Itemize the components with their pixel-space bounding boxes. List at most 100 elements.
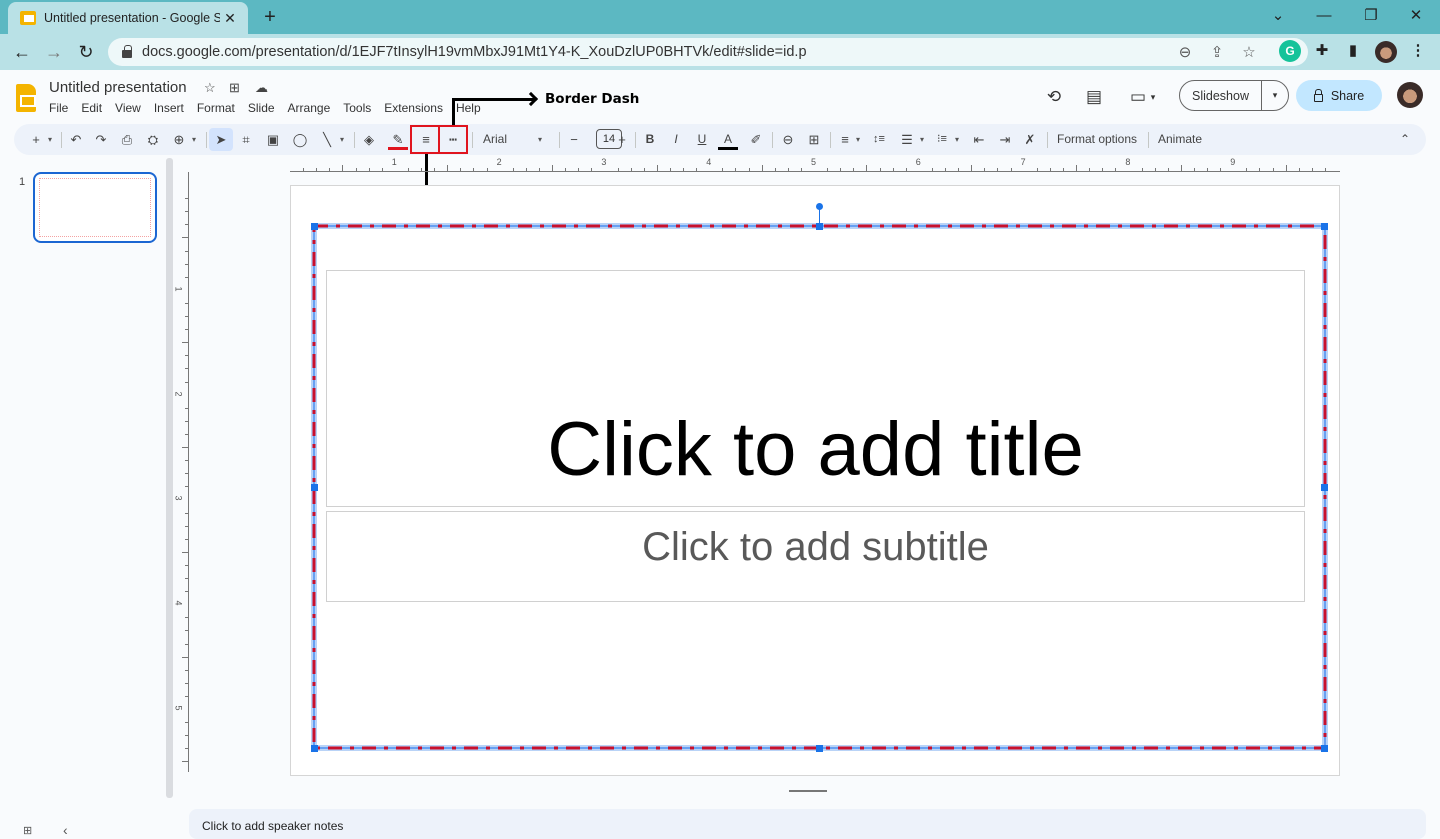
undo-icon[interactable]: ↶ bbox=[66, 128, 86, 151]
title-placeholder-text[interactable]: Click to add title bbox=[547, 412, 1083, 506]
tab-close-icon[interactable]: ✕ bbox=[220, 10, 240, 27]
lock-icon[interactable] bbox=[122, 45, 132, 58]
menu-tools[interactable]: Tools bbox=[343, 101, 371, 115]
select-tool-icon[interactable]: ➤ bbox=[209, 128, 233, 151]
zoom-icon[interactable]: ⊕ bbox=[169, 128, 189, 151]
account-avatar[interactable] bbox=[1397, 82, 1423, 108]
italic-icon[interactable]: I bbox=[666, 128, 686, 151]
restore-button[interactable]: ❐ bbox=[1356, 4, 1386, 28]
horizontal-ruler[interactable]: 1 2 3 4 5 6 7 8 9 bbox=[290, 156, 1340, 172]
shape-icon[interactable]: ◯ bbox=[290, 128, 310, 151]
share-page-icon[interactable]: ⇪ bbox=[1206, 42, 1228, 64]
collapse-filmstrip-icon[interactable]: ‹ bbox=[63, 822, 68, 838]
clear-formatting-icon[interactable]: ✗ bbox=[1020, 128, 1040, 151]
browser-profile-avatar[interactable] bbox=[1375, 41, 1397, 63]
new-tab-button[interactable]: + bbox=[258, 6, 282, 29]
star-icon[interactable]: ☆ bbox=[204, 80, 216, 96]
align-dropdown-icon[interactable]: ▾ bbox=[852, 128, 864, 151]
numbered-dropdown-icon[interactable]: ▾ bbox=[951, 128, 963, 151]
add-comment-icon[interactable]: ⊞ bbox=[804, 128, 824, 151]
close-window-button[interactable]: ✕ bbox=[1401, 4, 1431, 28]
menu-format[interactable]: Format bbox=[197, 101, 235, 115]
paint-format-icon[interactable]: ⛭ bbox=[143, 128, 163, 151]
filmstrip-scrollbar[interactable] bbox=[166, 158, 173, 798]
menu-arrange[interactable]: Arrange bbox=[288, 101, 331, 115]
bookmark-star-icon[interactable]: ☆ bbox=[1238, 42, 1260, 64]
grammarly-icon[interactable]: G bbox=[1279, 40, 1301, 62]
move-folder-icon[interactable]: ⊞ bbox=[229, 80, 240, 96]
format-options-button[interactable]: Format options bbox=[1057, 128, 1137, 151]
rotation-handle[interactable] bbox=[816, 203, 823, 210]
comments-icon[interactable]: ▤ bbox=[1082, 86, 1106, 108]
resize-handle-s[interactable] bbox=[816, 745, 823, 752]
slideshow-dropdown-icon[interactable]: ▾ bbox=[1262, 81, 1288, 110]
slideshow-button[interactable]: Slideshow ▾ bbox=[1179, 80, 1289, 111]
menu-slide[interactable]: Slide bbox=[248, 101, 275, 115]
redo-icon[interactable]: ↷ bbox=[91, 128, 111, 151]
browser-tab[interactable]: Untitled presentation - Google Sl ✕ bbox=[8, 2, 248, 34]
vertical-ruler[interactable]: 1 2 3 4 5 bbox=[173, 172, 189, 772]
resize-handle-nw[interactable] bbox=[311, 223, 318, 230]
subtitle-placeholder[interactable]: Click to add subtitle bbox=[326, 511, 1305, 602]
fill-color-icon[interactable]: ◈ bbox=[359, 128, 379, 151]
back-button[interactable]: ← bbox=[10, 40, 34, 64]
increase-font-size-icon[interactable]: + bbox=[612, 128, 632, 151]
grid-view-icon[interactable]: ⊞ bbox=[23, 824, 32, 837]
font-family-select[interactable]: Arial bbox=[483, 128, 533, 151]
insert-image-icon[interactable]: ▣ bbox=[263, 128, 283, 151]
font-dropdown-icon[interactable]: ▾ bbox=[534, 128, 546, 151]
collapse-toolbar-icon[interactable]: ⌃ bbox=[1395, 128, 1415, 151]
zoom-out-icon[interactable]: ⊖ bbox=[1174, 42, 1196, 64]
notes-resize-handle[interactable] bbox=[789, 790, 827, 792]
increase-indent-icon[interactable]: ⇥ bbox=[995, 128, 1015, 151]
speaker-notes[interactable]: Click to add speaker notes bbox=[189, 809, 1426, 839]
animate-button[interactable]: Animate bbox=[1158, 128, 1202, 151]
menu-insert[interactable]: Insert bbox=[154, 101, 184, 115]
border-color-icon[interactable]: ✎ bbox=[388, 128, 408, 150]
underline-icon[interactable]: U bbox=[692, 128, 712, 151]
line-dropdown-icon[interactable]: ▾ bbox=[336, 128, 348, 151]
decrease-indent-icon[interactable]: ⇤ bbox=[969, 128, 989, 151]
minimize-button[interactable]: — bbox=[1309, 4, 1339, 28]
url-bar[interactable]: docs.google.com/presentation/d/1EJF7tIns… bbox=[108, 38, 1308, 66]
line-icon[interactable]: ╲ bbox=[317, 128, 337, 151]
resize-handle-e[interactable] bbox=[1321, 484, 1328, 491]
text-box-icon[interactable]: ⌗ bbox=[236, 128, 256, 151]
document-title[interactable]: Untitled presentation bbox=[49, 79, 187, 96]
bold-icon[interactable]: B bbox=[640, 128, 660, 151]
menu-file[interactable]: File bbox=[49, 101, 68, 115]
new-slide-dropdown-icon[interactable]: ▾ bbox=[44, 128, 56, 151]
url-text[interactable]: docs.google.com/presentation/d/1EJF7tIns… bbox=[142, 44, 807, 60]
menu-help[interactable]: Help bbox=[456, 101, 481, 115]
line-spacing-icon[interactable]: ↕≡ bbox=[869, 128, 889, 151]
side-panel-icon[interactable]: ▮ bbox=[1342, 40, 1364, 62]
zoom-dropdown-icon[interactable]: ▾ bbox=[188, 128, 200, 151]
cloud-saved-icon[interactable]: ☁ bbox=[255, 80, 268, 96]
resize-handle-ne[interactable] bbox=[1321, 223, 1328, 230]
highlight-color-icon[interactable]: ✐ bbox=[746, 128, 766, 151]
decrease-font-size-icon[interactable]: − bbox=[564, 128, 584, 151]
bulleted-list-icon[interactable]: ☰ bbox=[897, 128, 917, 151]
resize-handle-n[interactable] bbox=[816, 223, 823, 230]
speaker-notes-placeholder[interactable]: Click to add speaker notes bbox=[202, 819, 343, 833]
slides-logo-icon[interactable] bbox=[16, 84, 36, 112]
text-color-icon[interactable]: A bbox=[718, 128, 738, 150]
resize-handle-sw[interactable] bbox=[311, 745, 318, 752]
extensions-puzzle-icon[interactable]: ✚ bbox=[1311, 40, 1333, 62]
bullets-dropdown-icon[interactable]: ▾ bbox=[916, 128, 928, 151]
subtitle-placeholder-text[interactable]: Click to add subtitle bbox=[642, 512, 989, 601]
slideshow-label[interactable]: Slideshow bbox=[1180, 81, 1262, 110]
forward-button[interactable]: → bbox=[42, 40, 66, 64]
meet-dropdown-icon[interactable]: ▾ bbox=[1146, 86, 1160, 108]
title-placeholder[interactable]: Click to add title bbox=[326, 270, 1305, 507]
print-icon[interactable]: ⎙ bbox=[117, 128, 137, 151]
tab-search-icon[interactable]: ⌄ bbox=[1263, 4, 1293, 28]
menu-view[interactable]: View bbox=[115, 101, 141, 115]
insert-link-icon[interactable]: ⊖ bbox=[778, 128, 798, 151]
slide-thumbnail[interactable] bbox=[33, 172, 157, 243]
menu-extensions[interactable]: Extensions bbox=[384, 101, 443, 115]
reload-button[interactable]: ↻ bbox=[74, 40, 98, 64]
browser-menu-icon[interactable]: ⋮ bbox=[1407, 40, 1429, 62]
menu-edit[interactable]: Edit bbox=[81, 101, 102, 115]
resize-handle-se[interactable] bbox=[1321, 745, 1328, 752]
